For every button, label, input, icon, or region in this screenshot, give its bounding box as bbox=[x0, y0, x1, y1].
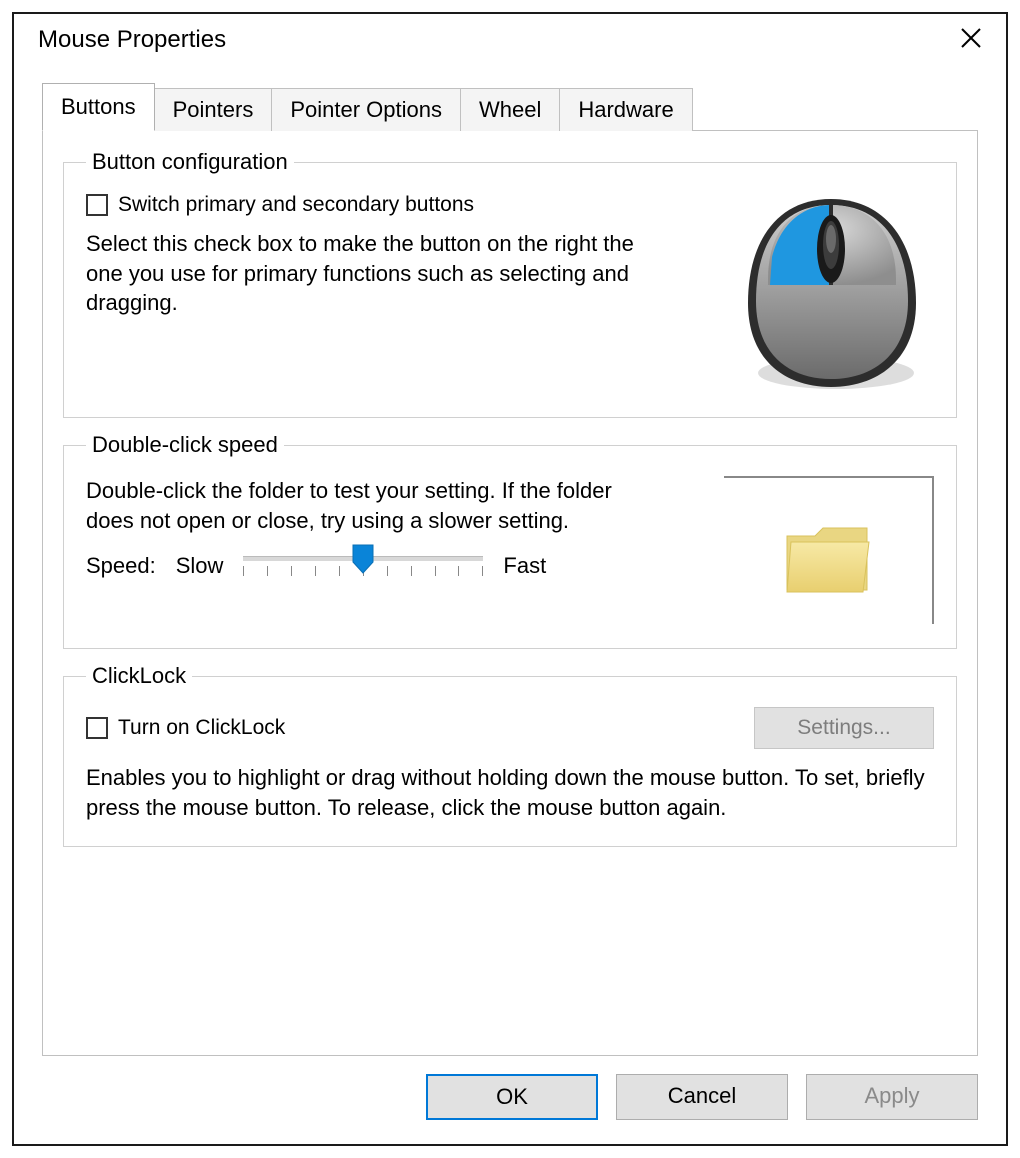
close-icon bbox=[960, 27, 982, 49]
mouse-illustration bbox=[736, 193, 926, 393]
dialog-window: Mouse Properties Buttons Pointers Pointe… bbox=[12, 12, 1008, 1146]
clicklock-settings-button: Settings... bbox=[754, 707, 934, 749]
group-legend-button-config: Button configuration bbox=[86, 149, 294, 175]
clicklock-checkbox[interactable] bbox=[86, 717, 108, 739]
double-click-description: Double-click the folder to test your set… bbox=[86, 476, 646, 535]
group-clicklock: ClickLock Turn on ClickLock Settings... … bbox=[63, 663, 957, 847]
group-button-configuration: Button configuration Switch primary and … bbox=[63, 149, 957, 418]
close-button[interactable] bbox=[952, 24, 990, 56]
tab-panel-buttons: Button configuration Switch primary and … bbox=[42, 130, 978, 1056]
speed-label: Speed: bbox=[86, 553, 156, 579]
folder-icon bbox=[783, 522, 873, 598]
slider-thumb[interactable] bbox=[352, 544, 374, 574]
group-legend-clicklock: ClickLock bbox=[86, 663, 192, 689]
tab-wheel[interactable]: Wheel bbox=[460, 88, 560, 131]
switch-buttons-checkbox[interactable] bbox=[86, 194, 108, 216]
group-double-click-speed: Double-click speed Double-click the fold… bbox=[63, 432, 957, 649]
window-title: Mouse Properties bbox=[38, 26, 226, 54]
dialog-content: Buttons Pointers Pointer Options Wheel H… bbox=[14, 66, 1006, 1056]
group-legend-double-click: Double-click speed bbox=[86, 432, 284, 458]
clicklock-label: Turn on ClickLock bbox=[118, 716, 285, 740]
cancel-button[interactable]: Cancel bbox=[616, 1074, 788, 1120]
double-click-test-area[interactable] bbox=[724, 476, 934, 624]
tab-pointers[interactable]: Pointers bbox=[154, 88, 273, 131]
double-click-speed-slider[interactable] bbox=[243, 556, 483, 576]
mouse-icon bbox=[736, 193, 926, 393]
dialog-button-row: OK Cancel Apply bbox=[14, 1056, 1006, 1144]
speed-slow-label: Slow bbox=[176, 553, 224, 579]
titlebar: Mouse Properties bbox=[14, 14, 1006, 66]
tab-hardware[interactable]: Hardware bbox=[559, 88, 692, 131]
slider-thumb-icon bbox=[352, 544, 374, 574]
clicklock-description: Enables you to highlight or drag without… bbox=[86, 763, 934, 822]
apply-button: Apply bbox=[806, 1074, 978, 1120]
speed-fast-label: Fast bbox=[503, 553, 546, 579]
tab-strip: Buttons Pointers Pointer Options Wheel H… bbox=[42, 82, 978, 130]
ok-button[interactable]: OK bbox=[426, 1074, 598, 1120]
switch-buttons-label: Switch primary and secondary buttons bbox=[118, 193, 474, 217]
button-config-description: Select this check box to make the button… bbox=[86, 229, 646, 318]
tab-buttons[interactable]: Buttons bbox=[42, 83, 155, 131]
tab-pointer-options[interactable]: Pointer Options bbox=[271, 88, 461, 131]
